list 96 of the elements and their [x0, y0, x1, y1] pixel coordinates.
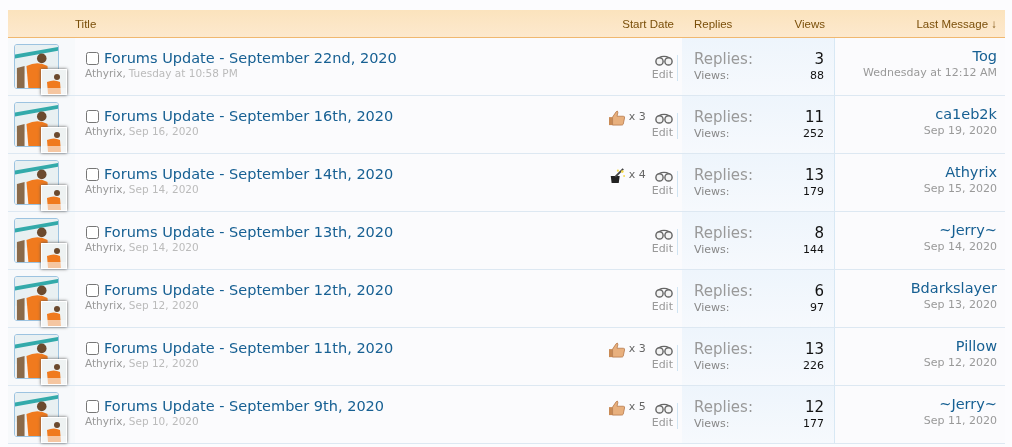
last-poster-link[interactable]: Pillow: [955, 338, 997, 354]
views-count: 88: [810, 69, 824, 82]
start-date: Sep 12, 2020: [128, 299, 199, 311]
last-poster-link[interactable]: ~Jerry~: [939, 222, 997, 238]
author-link[interactable]: Athyrix,: [85, 67, 126, 79]
start-date: Sep 10, 2020: [128, 415, 199, 427]
reaction-count: x 3: [628, 342, 646, 355]
views-count: 97: [810, 301, 824, 314]
thread-checkbox[interactable]: [86, 283, 99, 297]
start-date: Sep 14, 2020: [128, 183, 199, 195]
glasses-icon[interactable]: [655, 113, 673, 124]
last-message-date[interactable]: Sep 19, 2020: [923, 124, 997, 137]
views-label: Views:: [694, 69, 730, 82]
glasses-icon[interactable]: [655, 287, 673, 298]
start-date: Tuesday at 10:58 PM: [128, 67, 238, 79]
thread-title-link[interactable]: Forums Update - September 9th, 2020: [104, 398, 385, 414]
views-column-header[interactable]: Views: [794, 17, 825, 30]
thread-title-link[interactable]: Forums Update - September 13th, 2020: [104, 224, 394, 240]
last-message-date[interactable]: Sep 14, 2020: [923, 240, 997, 253]
author-link[interactable]: Athyrix,: [85, 125, 126, 137]
views-label: Views:: [694, 359, 730, 372]
views-label: Views:: [694, 417, 730, 430]
views-label: Views:: [694, 243, 730, 256]
thread-title-link[interactable]: Forums Update - September 14th, 2020: [104, 166, 394, 182]
edit-link[interactable]: Edit: [651, 300, 673, 313]
start-date: Sep 12, 2020: [128, 357, 199, 369]
views-count: 252: [803, 127, 824, 140]
author-link[interactable]: Athyrix,: [85, 241, 126, 253]
replies-count: 13: [804, 340, 824, 358]
views-count: 177: [803, 417, 824, 430]
glasses-icon[interactable]: [655, 55, 673, 66]
last-poster-link[interactable]: Bdarkslayer: [910, 280, 997, 296]
replies-count: 11: [804, 108, 824, 126]
start-date: Sep 14, 2020: [128, 241, 199, 253]
views-count: 179: [803, 185, 824, 198]
thread-checkbox[interactable]: [86, 109, 99, 123]
last-message-date[interactable]: Sep 11, 2020: [923, 414, 997, 427]
thread-checkbox[interactable]: [86, 167, 99, 181]
thread-title-link[interactable]: Forums Update - September 22nd, 2020: [104, 50, 397, 66]
views-count: 226: [803, 359, 824, 372]
last-poster-link[interactable]: Athyrix: [945, 164, 997, 180]
edit-link[interactable]: Edit: [651, 126, 673, 139]
thread-checkbox[interactable]: [86, 225, 99, 239]
glasses-icon[interactable]: [655, 229, 673, 240]
views-label: Views:: [694, 127, 730, 140]
author-link[interactable]: Athyrix,: [85, 357, 126, 369]
glasses-icon[interactable]: [655, 403, 673, 414]
last-poster-link[interactable]: ~Jerry~: [939, 396, 997, 412]
reaction-count: x 4: [628, 168, 646, 181]
last-message-date[interactable]: Sep 12, 2020: [923, 356, 997, 369]
views-count: 144: [803, 243, 824, 256]
thread-title-link[interactable]: Forums Update - September 12th, 2020: [104, 282, 394, 298]
replies-label: Replies:: [694, 166, 753, 184]
replies-label: Replies:: [694, 50, 753, 68]
thread-checkbox[interactable]: [86, 399, 99, 413]
last-message-date[interactable]: Wednesday at 12:12 AM: [863, 66, 997, 79]
last-message-date[interactable]: Sep 13, 2020: [923, 298, 997, 311]
replies-count: 12: [804, 398, 824, 416]
thread-checkbox[interactable]: [86, 341, 99, 355]
last-message-date[interactable]: Sep 15, 2020: [923, 182, 997, 195]
thumbs-up-icon: [607, 400, 626, 416]
replies-label: Replies:: [694, 282, 753, 300]
replies-label: Replies:: [694, 224, 753, 242]
replies-count: 3: [814, 50, 824, 68]
thread-checkbox[interactable]: [86, 51, 99, 65]
last-message-column-header[interactable]: Last Message ↓: [916, 17, 997, 30]
replies-column-header[interactable]: Replies: [694, 17, 733, 30]
edit-link[interactable]: Edit: [651, 68, 673, 81]
glasses-icon[interactable]: [655, 345, 673, 356]
last-poster-link[interactable]: ca1eb2k: [935, 106, 997, 122]
edit-link[interactable]: Edit: [651, 184, 673, 197]
replies-count: 13: [804, 166, 824, 184]
thumbs-up-icon: [607, 342, 626, 358]
thread-title-link[interactable]: Forums Update - September 16th, 2020: [104, 108, 394, 124]
replies-label: Replies:: [694, 108, 753, 126]
edit-link[interactable]: Edit: [651, 416, 673, 429]
replies-label: Replies:: [694, 398, 753, 416]
start-date: Sep 16, 2020: [128, 125, 199, 137]
replies-count: 8: [814, 224, 824, 242]
start-date-column-header[interactable]: Start Date: [622, 17, 674, 30]
thumbs-up-icon: [607, 110, 626, 126]
glasses-icon[interactable]: [655, 171, 673, 182]
last-poster-link[interactable]: Tog: [972, 48, 997, 64]
author-link[interactable]: Athyrix,: [85, 415, 126, 427]
reaction-count: x 5: [628, 400, 646, 413]
thread-title-link[interactable]: Forums Update - September 11th, 2020: [104, 340, 394, 356]
replies-label: Replies:: [694, 340, 753, 358]
views-label: Views:: [694, 301, 730, 314]
reaction-count: x 3: [628, 110, 646, 123]
title-column-header[interactable]: Title: [75, 17, 97, 30]
replies-count: 6: [814, 282, 824, 300]
author-link[interactable]: Athyrix,: [85, 299, 126, 311]
views-label: Views:: [694, 185, 730, 198]
edit-link[interactable]: Edit: [651, 242, 673, 255]
author-link[interactable]: Athyrix,: [85, 183, 126, 195]
edit-link[interactable]: Edit: [651, 358, 673, 371]
